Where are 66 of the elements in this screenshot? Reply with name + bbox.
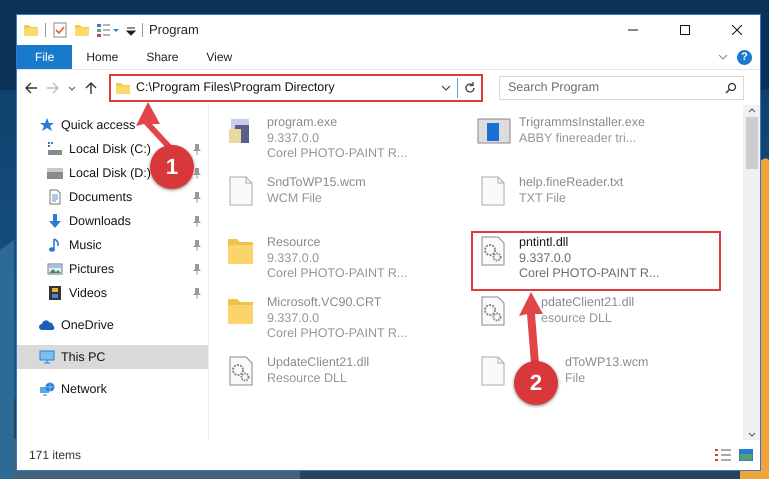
back-icon[interactable] bbox=[23, 80, 39, 96]
pin-icon[interactable] bbox=[192, 191, 202, 204]
close-icon[interactable] bbox=[732, 25, 742, 35]
maximize-icon[interactable] bbox=[680, 25, 690, 35]
sidebar-item[interactable]: Local Disk (D:) bbox=[69, 166, 151, 180]
arrow bbox=[519, 292, 543, 364]
file-detail: Corel PHOTO-PAINT R... bbox=[267, 266, 408, 282]
file-detail: Corel PHOTO-PAINT R... bbox=[267, 146, 408, 162]
scroll-thumb[interactable] bbox=[746, 117, 758, 169]
tiles-view-icon[interactable] bbox=[738, 448, 754, 462]
file-detail: 9.337.0.0 bbox=[267, 130, 320, 146]
file-detail: Corel PHOTO-PAINT R... bbox=[519, 266, 660, 282]
download-icon[interactable] bbox=[47, 213, 63, 229]
sidebar-item[interactable]: Local Disk (C:) bbox=[69, 142, 151, 156]
ribbon-tab[interactable]: Home bbox=[72, 45, 132, 69]
pin-icon[interactable] bbox=[192, 287, 202, 300]
window-title: Program bbox=[149, 21, 200, 40]
address-bar[interactable]: C:\Program Files\Program Directory bbox=[109, 74, 483, 102]
star-icon bbox=[39, 117, 55, 133]
search-icon[interactable] bbox=[725, 82, 737, 94]
sidebar-item[interactable]: Pictures bbox=[69, 262, 114, 276]
sidebar-item[interactable]: Documents bbox=[69, 190, 132, 204]
file-name[interactable]: pntintl.dll bbox=[519, 235, 660, 251]
minimize-icon[interactable] bbox=[628, 29, 638, 31]
sidebar-item[interactable]: Videos bbox=[69, 286, 107, 300]
address-path: C:\Program Files\Program Directory bbox=[136, 79, 336, 96]
file-detail: File bbox=[565, 370, 586, 386]
sidebar-item[interactable]: Network bbox=[17, 377, 208, 401]
ribbon-tab[interactable]: Share bbox=[132, 45, 192, 69]
file-detail: Corel PHOTO-PAINT R... bbox=[267, 326, 408, 342]
scrollbar[interactable] bbox=[743, 105, 760, 440]
file-detail: 9.337.0.0 bbox=[267, 310, 320, 326]
pin-icon[interactable] bbox=[192, 167, 202, 180]
ribbon-tab[interactable]: View bbox=[192, 45, 246, 69]
pin-icon[interactable] bbox=[192, 215, 202, 228]
item-count: 171 items bbox=[29, 447, 82, 464]
ribbon-tab[interactable]: File bbox=[17, 45, 72, 69]
drive-icon[interactable] bbox=[47, 165, 63, 181]
view-icon[interactable] bbox=[96, 22, 120, 38]
up-icon[interactable] bbox=[83, 80, 99, 96]
pictures-icon[interactable] bbox=[47, 261, 63, 277]
file-detail: TXT File bbox=[519, 190, 567, 206]
pin-icon[interactable] bbox=[192, 263, 202, 276]
film-icon[interactable] bbox=[47, 285, 63, 301]
file-detail: ABBY finereader tri... bbox=[519, 130, 638, 146]
drive-icon[interactable] bbox=[47, 141, 63, 157]
file-detail: esource DLL bbox=[541, 310, 613, 326]
help-button[interactable]: ? bbox=[737, 50, 752, 64]
properties-icon[interactable] bbox=[52, 22, 68, 38]
sidebar-item[interactable]: Music bbox=[69, 238, 102, 252]
sidebar-item[interactable]: Quick access bbox=[17, 113, 208, 137]
details-view-icon[interactable] bbox=[714, 448, 732, 462]
file-detail: WCM File bbox=[267, 190, 323, 206]
pin-icon[interactable] bbox=[192, 239, 202, 252]
sidebar-item[interactable]: This PC bbox=[17, 345, 208, 369]
network-icon bbox=[39, 381, 55, 397]
sidebar-item[interactable]: Downloads bbox=[69, 214, 131, 228]
sidebar-item[interactable]: OneDrive bbox=[17, 313, 208, 337]
pin-icon[interactable] bbox=[192, 143, 202, 156]
file-detail: 9.337.0.0 bbox=[267, 250, 320, 266]
search-field[interactable]: Search Program bbox=[499, 76, 744, 100]
monitor-icon bbox=[39, 349, 55, 365]
file-detail: 9.337.0.0 bbox=[519, 250, 572, 266]
document-icon[interactable] bbox=[47, 189, 63, 205]
refresh-icon[interactable] bbox=[463, 80, 477, 94]
file-detail: Resource DLL bbox=[267, 370, 348, 386]
